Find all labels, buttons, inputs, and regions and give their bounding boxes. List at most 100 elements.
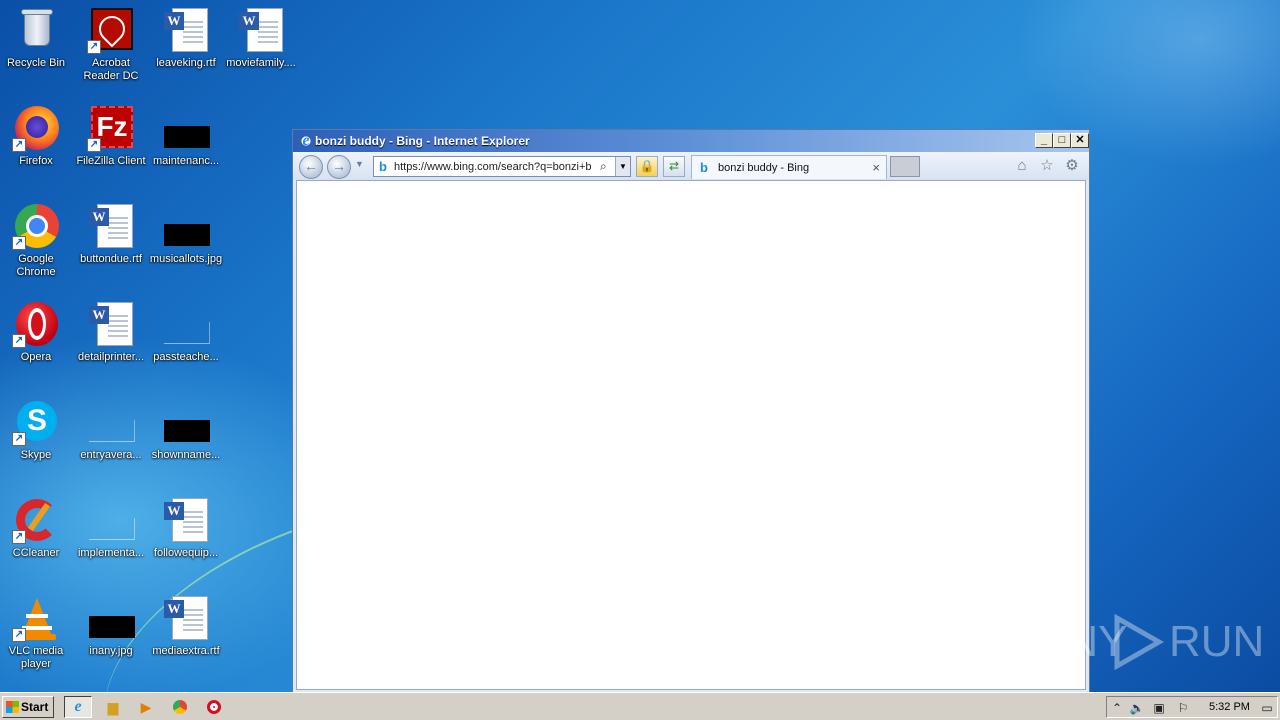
desktop-icon-google-chrome[interactable]: ↗ Google Chrome [0, 202, 74, 279]
word-document-icon: W [87, 202, 135, 250]
maximize-button[interactable]: □ [1053, 133, 1071, 148]
tab-close-icon[interactable]: × [872, 160, 880, 175]
desktop-icon-file[interactable]: entryavera... [73, 398, 149, 462]
desktop-icon-ccleaner[interactable]: ↗ CCleaner [0, 496, 74, 560]
recycle-bin-icon [12, 6, 60, 54]
desktop-icon-label: implementa... [77, 547, 145, 559]
desktop-icon-label: VLC media player [8, 645, 64, 670]
desktop-icon-file[interactable]: maintenanc... [148, 104, 224, 168]
shortcut-arrow-icon: ↗ [12, 628, 26, 642]
shortcut-arrow-icon: ↗ [87, 138, 101, 152]
opera-icon: ↗ [12, 300, 60, 348]
tray-expand-icon[interactable]: ⌃ [1109, 700, 1125, 716]
desktop-icon-rtf-file[interactable]: W leaveking.rtf [148, 6, 224, 70]
desktop-icon-label: entryavera... [80, 449, 142, 461]
desktop-icon-label: FileZilla Client [76, 155, 146, 167]
desktop-icon-label: buttondue.rtf [80, 253, 142, 265]
ie-titlebar[interactable]: e bonzi buddy - Bing - Internet Explorer… [293, 130, 1089, 152]
favorites-star-icon[interactable]: ☆ [1038, 157, 1056, 175]
lock-icon[interactable]: 🔒 [636, 156, 658, 177]
desktop-icon-label: followequip... [153, 547, 219, 559]
taskbar-ie-icon[interactable]: e [64, 696, 92, 718]
image-thumbnail-icon [162, 398, 210, 446]
show-desktop-icon[interactable]: ▭ [1259, 700, 1275, 716]
desktop-icon-file[interactable]: shownname... [148, 398, 224, 462]
ie-page-content[interactable] [296, 180, 1086, 690]
desktop-icon-rtf-file[interactable]: W followequip... [148, 496, 224, 560]
image-thumbnail-icon [162, 104, 210, 152]
address-bar[interactable]: b https://www.bing.com/search?q=bonzi+b … [373, 156, 631, 177]
desktop-icon-label: Acrobat Reader DC [83, 57, 139, 82]
desktop-icon-recycle-bin[interactable]: Recycle Bin [0, 6, 74, 70]
desktop-icon-file[interactable]: implementa... [73, 496, 149, 560]
desktop-icon-label: Firefox [19, 155, 53, 167]
shortcut-arrow-icon: ↗ [12, 334, 26, 348]
taskbar-opera-icon[interactable] [200, 696, 228, 718]
clock[interactable]: 5:32 PM [1209, 701, 1250, 713]
desktop-icon-label: Recycle Bin [6, 57, 66, 69]
word-document-icon: W [162, 6, 210, 54]
ie-toolbar: ← → ▼ b https://www.bing.com/search?q=bo… [293, 152, 1089, 180]
action-center-flag-icon[interactable]: ⚐ [1175, 700, 1191, 716]
blank-thumbnail-icon [162, 300, 210, 348]
volume-icon[interactable]: 🔈 [1129, 700, 1145, 716]
word-document-icon: W [87, 300, 135, 348]
desktop-icon-label: musicallots.jpg [149, 253, 223, 265]
search-icon[interactable]: ⌕ [600, 159, 607, 174]
close-button[interactable]: ✕ [1071, 133, 1089, 148]
history-dropdown-icon[interactable]: ▼ [355, 159, 364, 169]
windows-flag-icon [6, 701, 19, 713]
new-tab-button[interactable] [890, 156, 920, 177]
watermark-play-icon [1114, 613, 1165, 671]
taskbar-chrome-icon[interactable] [166, 696, 194, 718]
back-button[interactable]: ← [299, 155, 323, 179]
shortcut-arrow-icon: ↗ [12, 530, 26, 544]
desktop-icon-label: leaveking.rtf [156, 57, 216, 69]
minimize-button[interactable]: _ [1035, 133, 1053, 148]
image-thumbnail-icon [162, 202, 210, 250]
start-button[interactable]: Start [2, 696, 54, 718]
desktop-icon-vlc[interactable]: ↗ VLC media player [0, 594, 74, 671]
desktop-icon-jpg-file[interactable]: musicallots.jpg [148, 202, 224, 266]
address-dropdown-icon[interactable]: ▼ [615, 157, 630, 176]
desktop-icon-filezilla[interactable]: Fz ↗ FileZilla Client [73, 104, 149, 168]
blank-thumbnail-icon [87, 496, 135, 544]
blank-thumbnail-icon [87, 398, 135, 446]
desktop-icon-firefox[interactable]: ↗ Firefox [0, 104, 74, 168]
desktop-icon-file[interactable]: passteache... [148, 300, 224, 364]
skype-icon: S ↗ [12, 398, 60, 446]
firefox-icon: ↗ [12, 104, 60, 152]
desktop-icon-opera[interactable]: ↗ Opera [0, 300, 74, 364]
gear-icon[interactable]: ⚙ [1063, 157, 1081, 175]
desktop-icon-rtf-file[interactable]: W detailprinter... [73, 300, 149, 364]
address-input[interactable]: https://www.bing.com/search?q=bonzi+b [394, 161, 598, 173]
image-thumbnail-icon [87, 594, 135, 642]
shortcut-arrow-icon: ↗ [12, 432, 26, 446]
desktop-icon-label: passteache... [153, 351, 219, 363]
vlc-cone-icon: ↗ [12, 594, 60, 642]
desktop-icon-label: mediaextra.rtf [152, 645, 220, 657]
desktop-icon-rtf-file[interactable]: W mediaextra.rtf [148, 594, 224, 658]
desktop-icon-label: Google Chrome [16, 253, 56, 278]
word-document-icon: W [237, 6, 285, 54]
ie-logo-icon: e [298, 133, 314, 149]
desktop-icon-jpg-file[interactable]: inany.jpg [73, 594, 149, 658]
ie-window-title: bonzi buddy - Bing - Internet Explorer [315, 134, 530, 148]
desktop-icon-skype[interactable]: S ↗ Skype [0, 398, 74, 462]
desktop-icon-rtf-file[interactable]: W buttondue.rtf [73, 202, 149, 266]
home-icon[interactable]: ⌂ [1013, 157, 1031, 175]
system-tray: ⌃ 🔈 ▣ ⚐ 5:32 PM ▭ [1106, 696, 1278, 718]
taskbar-explorer-folder-icon[interactable]: ▆ [99, 696, 127, 718]
refresh-icon[interactable]: ⇄ [663, 156, 685, 177]
desktop-icon-acrobat[interactable]: ↗ Acrobat Reader DC [73, 6, 149, 83]
tab-bonzi-buddy-bing[interactable]: b bonzi buddy - Bing × [691, 155, 887, 179]
chrome-icon: ↗ [12, 202, 60, 250]
ie-window[interactable]: e bonzi buddy - Bing - Internet Explorer… [292, 129, 1090, 693]
desktop-icon-rtf-file[interactable]: W moviefamily.... [223, 6, 299, 70]
desktop-icon-label: inany.jpg [89, 645, 133, 657]
tab-label: bonzi buddy - Bing [718, 162, 810, 174]
network-icon[interactable]: ▣ [1151, 700, 1167, 716]
desktop-icon-label: maintenanc... [152, 155, 220, 167]
taskbar-media-player-icon[interactable]: ▶ [132, 696, 160, 718]
forward-button[interactable]: → [327, 155, 351, 179]
